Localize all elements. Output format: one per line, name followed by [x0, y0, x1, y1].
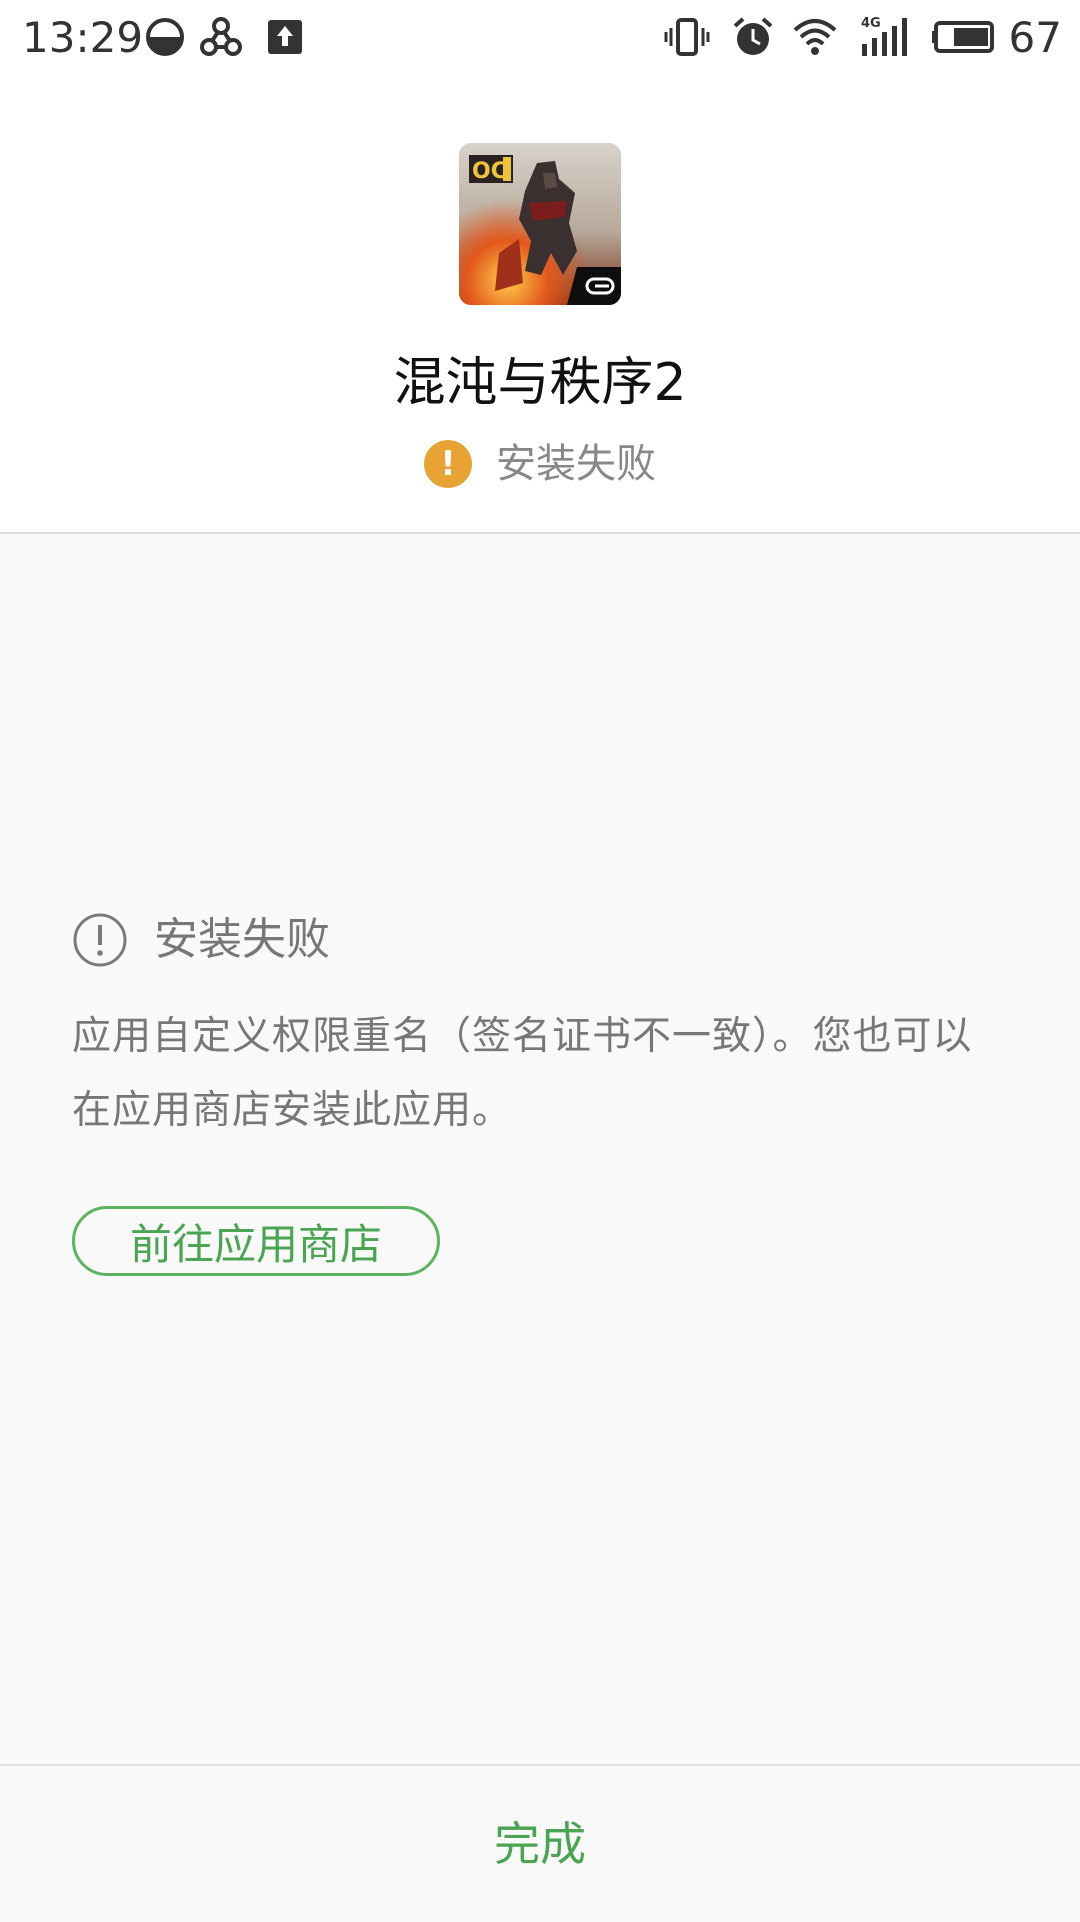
svg-text:4G: 4G [861, 16, 881, 31]
half-moon-icon [146, 18, 184, 56]
app-info-header: OC 混沌与秩序2 ! 安装失败 [0, 76, 1080, 534]
wifi-icon [793, 19, 837, 55]
alarm-icon [733, 17, 773, 55]
warning-icon: ! [424, 440, 472, 488]
error-title: 安装失败 [154, 914, 330, 965]
error-message: 应用自定义权限重名（签名证书不一致）。您也可以在应用商店安装此应用。 [72, 1014, 973, 1133]
install-status: ! 安装失败 [0, 436, 1080, 492]
app-name: 混沌与秩序2 [393, 353, 687, 413]
error-header: 安装失败 [72, 910, 330, 970]
signal-4g-icon: 4G [861, 16, 907, 56]
go-to-app-store-button[interactable]: 前往应用商店 [72, 1206, 440, 1276]
alert-circle-icon [73, 913, 127, 967]
game-app-icon: OC [459, 143, 621, 305]
vibrate-icon [664, 18, 710, 56]
done-button[interactable]: 完成 [0, 1766, 1080, 1922]
bottom-bar: 完成 [0, 1764, 1080, 1922]
link-hub-icon [200, 17, 242, 56]
clock: 13:29 [22, 13, 144, 62]
status-bar: 13:29 4G 67 [0, 0, 1080, 76]
upload-box-icon [268, 20, 302, 54]
svg-text:OC: OC [472, 159, 507, 184]
battery-icon [932, 21, 994, 53]
install-status-label: 安装失败 [496, 441, 656, 487]
battery-percent: 67 [1008, 13, 1062, 62]
